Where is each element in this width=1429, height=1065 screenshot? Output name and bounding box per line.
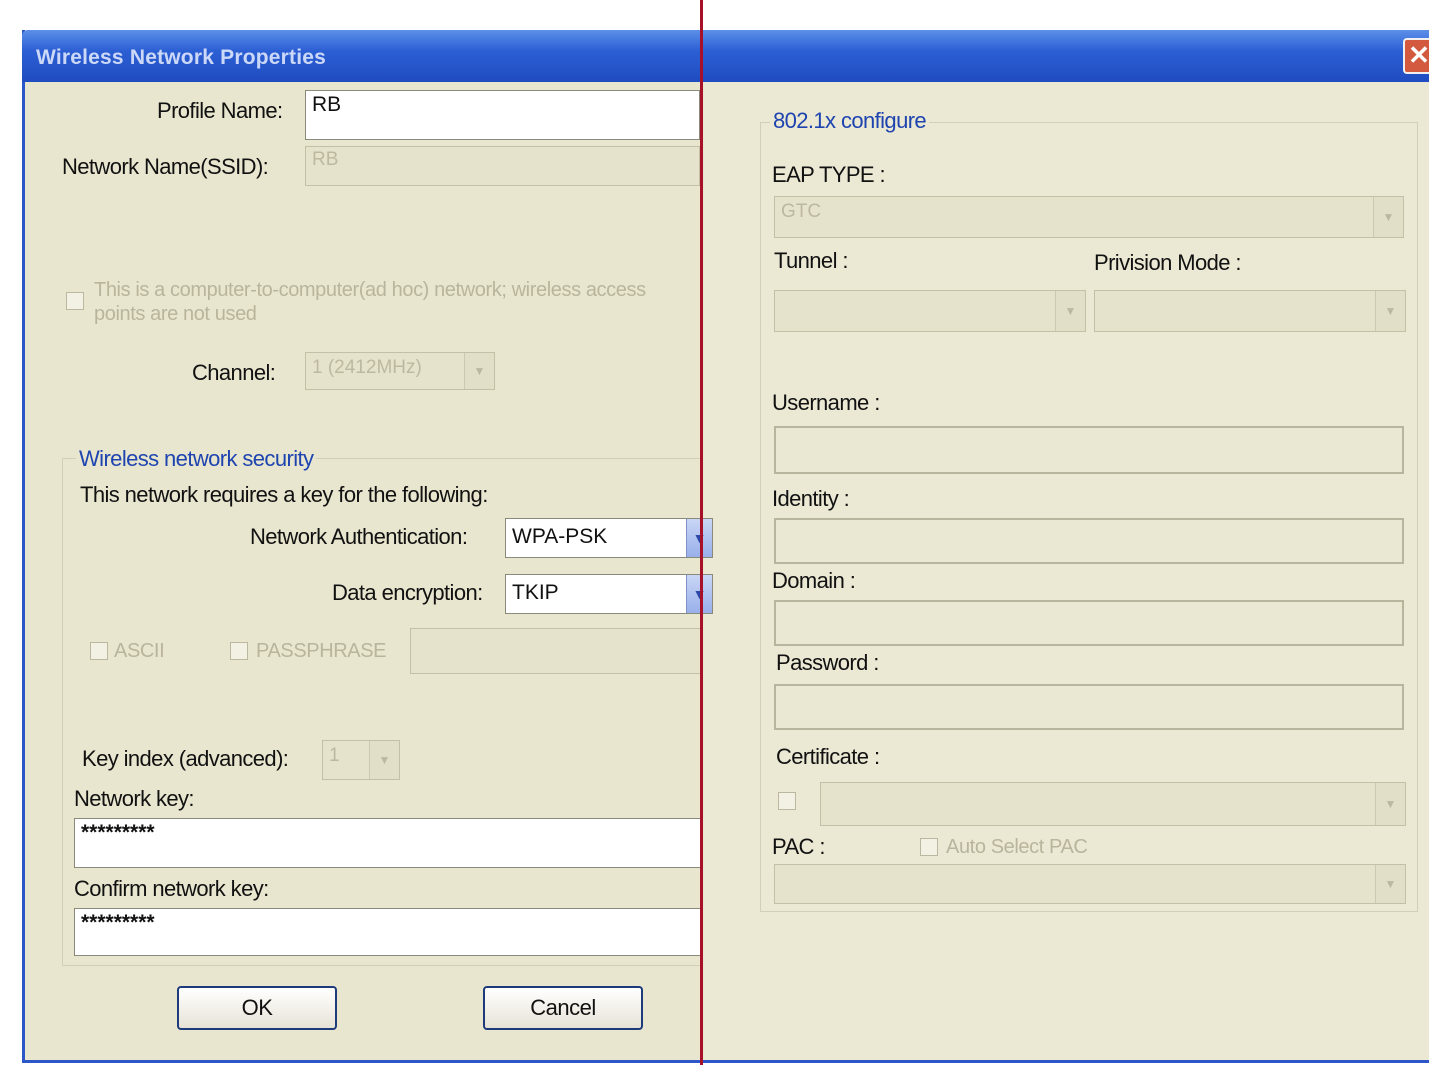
channel-label: Channel: — [192, 360, 276, 385]
auth-select[interactable]: WPA-PSK ▼ — [505, 518, 713, 558]
eap-type-label: EAP TYPE : — [772, 162, 886, 187]
ssid-label: Network Name(SSID): — [62, 154, 269, 179]
tunnel-label: Tunnel : — [774, 248, 848, 273]
key-index-label: Key index (advanced): — [82, 746, 289, 771]
provision-mode-select[interactable]: ▼ — [1094, 290, 1406, 332]
adhoc-checkbox-label: This is a computer-to-computer(ad hoc) n… — [94, 279, 646, 325]
password-label: Password : — [776, 650, 879, 675]
key-index-value: 1 — [329, 745, 340, 766]
cancel-button[interactable]: Cancel — [483, 986, 643, 1030]
encryption-value: TKIP — [512, 581, 559, 604]
profile-name-input[interactable]: RB — [305, 90, 700, 140]
tunnel-select[interactable]: ▼ — [774, 290, 1086, 332]
window-title: Wireless Network Properties — [36, 46, 326, 69]
chevron-down-icon: ▼ — [686, 575, 712, 613]
encryption-label: Data encryption: — [332, 580, 483, 605]
identity-input[interactable] — [774, 518, 1404, 564]
key-index-select[interactable]: 1 ▼ — [322, 740, 400, 780]
ssid-input[interactable]: RB — [305, 146, 700, 186]
ok-button[interactable]: OK — [177, 986, 337, 1030]
ascii-label: ASCII — [114, 640, 165, 662]
requires-key-text: This network requires a key for the foll… — [80, 482, 488, 507]
passphrase-label: PASSPHRASE — [256, 640, 387, 662]
chevron-down-icon: ▼ — [464, 353, 494, 389]
close-icon[interactable]: ✕ — [1403, 38, 1429, 74]
chevron-down-icon: ▼ — [1373, 197, 1403, 237]
ascii-checkbox[interactable] — [90, 642, 108, 660]
identity-label: Identity : — [772, 486, 850, 511]
channel-value: 1 (2412MHz) — [312, 357, 422, 378]
certificate-checkbox[interactable] — [778, 792, 796, 810]
pac-select[interactable]: ▼ — [774, 864, 1406, 904]
passphrase-input[interactable] — [410, 628, 702, 674]
eap-group-title: 802.1x configure — [770, 108, 930, 134]
network-key-label: Network key: — [74, 786, 195, 811]
username-input[interactable] — [774, 426, 1404, 474]
network-key-input[interactable]: ********* — [74, 818, 702, 868]
provision-mode-label: Privision Mode : — [1094, 250, 1242, 275]
confirm-key-label: Confirm network key: — [74, 876, 269, 901]
auth-label: Network Authentication: — [250, 524, 468, 549]
channel-select[interactable]: 1 (2412MHz) ▼ — [305, 352, 495, 390]
eap-type-select[interactable]: GTC ▼ — [774, 196, 1404, 238]
domain-input[interactable] — [774, 600, 1404, 646]
certificate-label: Certificate : — [776, 744, 880, 769]
profile-name-label: Profile Name: — [157, 98, 283, 123]
security-group-title: Wireless network security — [76, 446, 317, 472]
pac-label: PAC : — [772, 834, 825, 859]
vertical-divider-line — [700, 0, 703, 1065]
chevron-down-icon: ▼ — [1055, 291, 1085, 331]
auto-pac-checkbox[interactable] — [920, 838, 938, 856]
confirm-key-input[interactable]: ********* — [74, 908, 702, 956]
encryption-select[interactable]: TKIP ▼ — [505, 574, 713, 614]
username-label: Username : — [772, 390, 880, 415]
domain-label: Domain : — [772, 568, 856, 593]
chevron-down-icon: ▼ — [1375, 865, 1405, 903]
password-input[interactable] — [774, 684, 1404, 730]
eap-type-value: GTC — [781, 201, 822, 222]
auto-pac-label: Auto Select PAC — [946, 836, 1088, 858]
certificate-select[interactable]: ▼ — [820, 782, 1406, 826]
passphrase-checkbox[interactable] — [230, 642, 248, 660]
chevron-down-icon: ▼ — [1375, 783, 1405, 825]
chevron-down-icon: ▼ — [369, 741, 399, 779]
auth-value: WPA-PSK — [512, 525, 608, 548]
adhoc-checkbox[interactable] — [66, 292, 84, 310]
chevron-down-icon: ▼ — [686, 519, 712, 557]
chevron-down-icon: ▼ — [1375, 291, 1405, 331]
